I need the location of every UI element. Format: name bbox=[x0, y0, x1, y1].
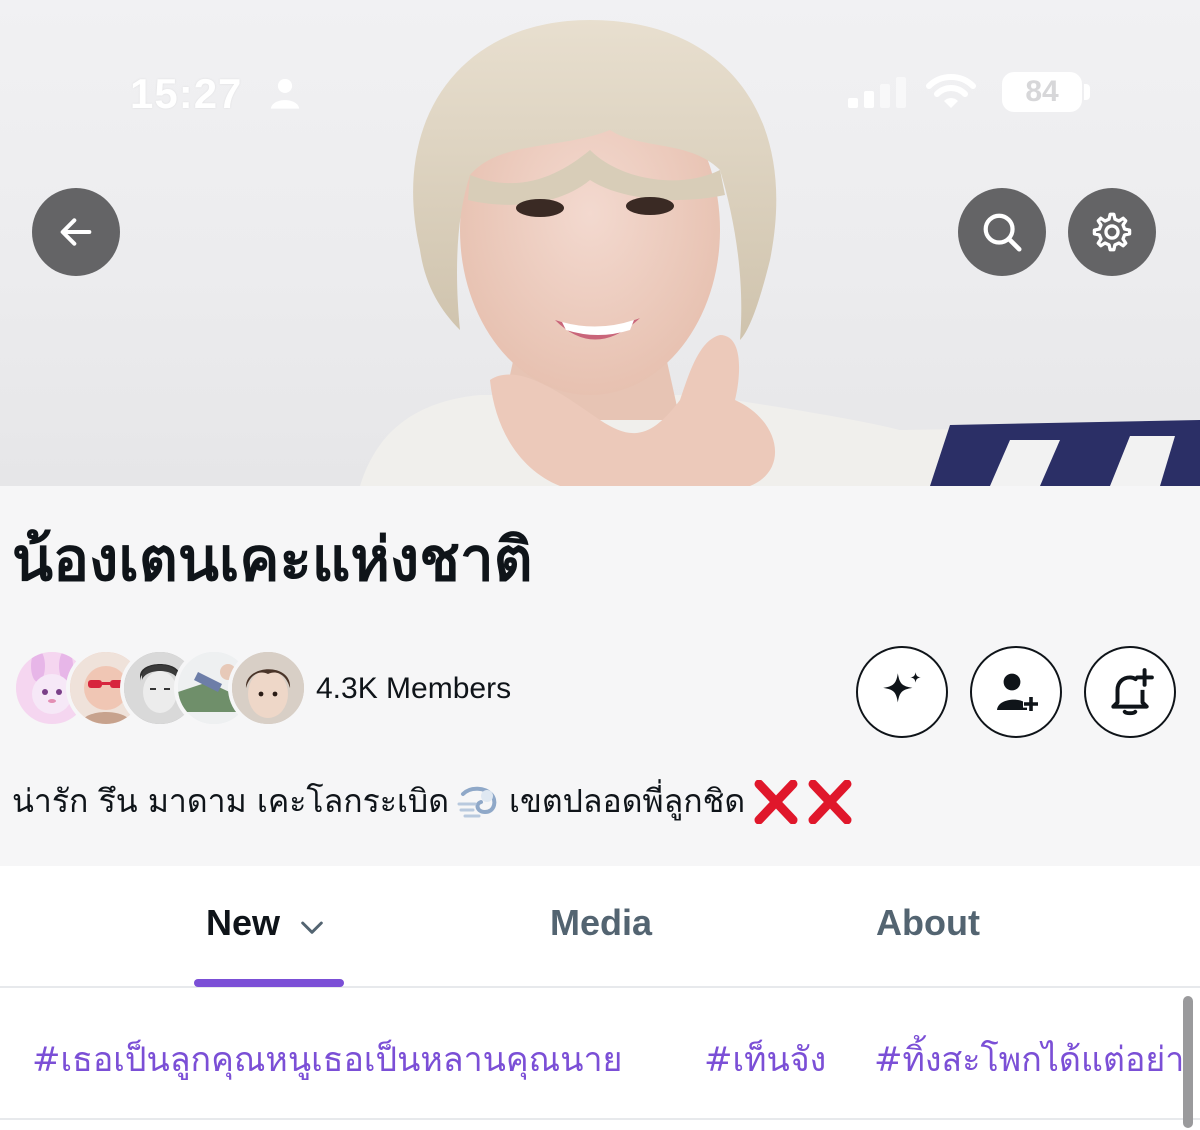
cross-mark-emoji bbox=[753, 779, 799, 824]
invite-member-button[interactable] bbox=[970, 646, 1062, 738]
tab-media[interactable]: Media bbox=[550, 902, 652, 944]
community-name: น้องเตนเคะแห่งชาติ bbox=[12, 525, 533, 595]
community-bio: น่ารัก รึน มาดาม เคะโลกระเบิด เขตปลอดพี่… bbox=[12, 776, 861, 827]
invite-member-icon bbox=[997, 673, 1039, 712]
cover-banner: 15:27 84 bbox=[0, 0, 1200, 486]
battery-level: 84 bbox=[1025, 75, 1059, 108]
cellular-signal-icon bbox=[846, 76, 910, 114]
hashtag-chip[interactable]: #ทิ้งสะโพกได้แต่อย่า bbox=[874, 1032, 1184, 1086]
bio-text: น่ารัก รึน มาดาม เคะโลกระเบิด bbox=[12, 782, 449, 820]
chevron-down-icon bbox=[301, 921, 323, 934]
battery-icon: 84 bbox=[1002, 72, 1082, 112]
hashtag-chip[interactable]: #เธอเป็นลูกคุณหนูเธอเป็นหลานคุณนาย bbox=[32, 1032, 622, 1086]
back-button[interactable] bbox=[32, 188, 120, 276]
hashtag-chip[interactable]: #เท็นจัง bbox=[704, 1032, 826, 1086]
battery-tip bbox=[1084, 84, 1090, 100]
hashtag-strip: #เธอเป็นลูกคุณหนูเธอเป็นหลานคุณนาย #เท็น… bbox=[0, 988, 1200, 1130]
person-icon bbox=[268, 76, 302, 114]
members-count[interactable]: 4.3K Members bbox=[316, 672, 511, 706]
tab-label: Media bbox=[550, 902, 653, 943]
divider bbox=[0, 1118, 1200, 1120]
sparkle-button[interactable] bbox=[856, 646, 948, 738]
community-header: น้องเตนเคะแห่งชาติ 4.3K Members น่ารัก ร… bbox=[0, 486, 1200, 866]
dash-emoji bbox=[457, 782, 501, 822]
cross-mark-emoji bbox=[807, 779, 853, 824]
settings-gear-icon bbox=[1092, 212, 1132, 252]
active-tab-indicator bbox=[194, 979, 344, 987]
notification-button[interactable] bbox=[1084, 646, 1176, 738]
status-bar: 15:27 84 bbox=[0, 60, 1200, 124]
tab-new[interactable]: New bbox=[206, 902, 328, 944]
sparkle-icon bbox=[883, 672, 921, 703]
search-button[interactable] bbox=[958, 188, 1046, 276]
tab-label: New bbox=[206, 902, 281, 943]
tab-label: About bbox=[876, 902, 980, 943]
bio-text-2: เขตปลอดพี่ลูกชิด bbox=[509, 782, 746, 820]
notification-add-icon bbox=[1111, 668, 1154, 716]
scrollbar[interactable] bbox=[1183, 996, 1193, 1128]
status-time: 15:27 bbox=[130, 70, 243, 117]
member-avatars[interactable] bbox=[12, 648, 308, 732]
search-icon bbox=[983, 213, 1022, 252]
member-avatar bbox=[228, 648, 308, 728]
settings-button[interactable] bbox=[1068, 188, 1156, 276]
tab-about[interactable]: About bbox=[876, 902, 980, 944]
wifi-icon bbox=[926, 72, 976, 116]
back-arrow-icon bbox=[60, 218, 92, 246]
community-tabs: New Media About bbox=[0, 866, 1200, 988]
